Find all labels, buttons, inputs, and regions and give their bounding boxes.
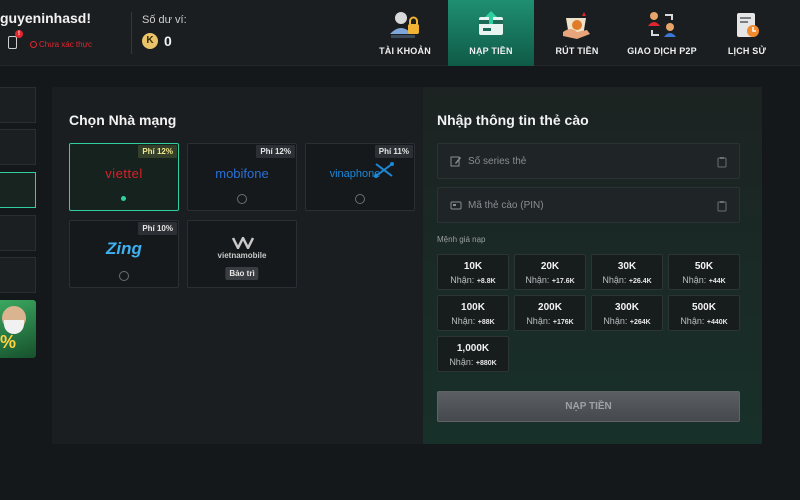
deposit-submit-button[interactable]: NẠP TIỀN bbox=[437, 391, 740, 422]
carrier-radio[interactable] bbox=[355, 194, 365, 204]
phone-icon[interactable] bbox=[8, 36, 17, 49]
verify-status[interactable]: Chưa xác thực bbox=[30, 40, 92, 49]
amount-option[interactable]: 300K Nhận: +264K bbox=[591, 295, 663, 331]
header-divider bbox=[131, 12, 132, 54]
amount-option[interactable]: 500K Nhận: +440K bbox=[668, 295, 740, 331]
amount-receive: Nhận: +880K bbox=[449, 357, 497, 367]
clipboard-icon[interactable] bbox=[717, 200, 727, 212]
sidebar-item[interactable] bbox=[0, 129, 36, 165]
sidebar-item[interactable] bbox=[0, 215, 36, 251]
carrier-mobifone[interactable]: Phí 12% mobifone bbox=[187, 143, 297, 211]
amount-option[interactable]: 200K Nhận: +176K bbox=[514, 295, 586, 331]
nav-withdraw-label: RÚT TIỀN bbox=[555, 46, 599, 56]
carrier-radio[interactable] bbox=[119, 271, 129, 281]
warning-icon bbox=[30, 41, 37, 48]
amount-option[interactable]: 10K Nhận: +8.8K bbox=[437, 254, 509, 290]
fee-badge: Phí 12% bbox=[138, 145, 177, 158]
withdraw-icon bbox=[563, 12, 590, 39]
nav-account-label: TÀI KHOẢN bbox=[379, 46, 431, 56]
amount-receive: Nhận: +176K bbox=[526, 316, 574, 326]
edit-icon bbox=[450, 156, 461, 167]
amount-receive: Nhận: +26.4K bbox=[602, 275, 652, 285]
amount-option[interactable]: 1,000K Nhận: +880K bbox=[437, 336, 509, 372]
viettel-logo: viettel bbox=[105, 166, 143, 181]
promo-banner[interactable]: % bbox=[0, 300, 36, 358]
deposit-icon bbox=[479, 11, 503, 35]
amount-receive: Nhận: +17.6K bbox=[525, 275, 575, 285]
vietnamobile-logo: vietnamobile bbox=[217, 251, 267, 260]
fee-badge: Phí 11% bbox=[374, 145, 413, 158]
carrier-vinaphone[interactable]: Phí 11% vinaphone bbox=[305, 143, 415, 211]
mobifone-logo: mobifone bbox=[215, 166, 269, 181]
coin-icon: K bbox=[142, 33, 158, 49]
amount-value: 50K bbox=[694, 261, 714, 272]
amount-value: 20K bbox=[540, 261, 560, 272]
nav-withdraw[interactable]: RÚT TIỀN bbox=[546, 0, 608, 66]
nav-deposit[interactable]: NẠP TIỀN bbox=[448, 0, 534, 66]
fee-badge: Phí 12% bbox=[256, 145, 295, 158]
verify-status-text: Chưa xác thực bbox=[39, 40, 92, 49]
sidebar-item-active[interactable] bbox=[0, 172, 36, 208]
amount-option[interactable]: 30K Nhận: +26.4K bbox=[591, 254, 663, 290]
amount-receive: Nhận: +440K bbox=[680, 316, 728, 326]
nav-account[interactable]: TÀI KHOẢN bbox=[372, 0, 438, 66]
amount-option[interactable]: 50K Nhận: +44K bbox=[668, 254, 740, 290]
carrier-vietnamobile[interactable]: vietnamobile Bảo trì bbox=[187, 220, 297, 288]
carrier-zing[interactable]: Phí 10% Zing bbox=[69, 220, 179, 288]
carrier-radio[interactable] bbox=[237, 194, 247, 204]
balance-label: Số dư ví: bbox=[142, 14, 187, 26]
history-icon bbox=[737, 13, 759, 37]
amount-value: 200K bbox=[538, 302, 562, 313]
nav-p2p[interactable]: GIAO DỊCH P2P bbox=[626, 0, 698, 66]
serial-input[interactable] bbox=[468, 155, 688, 167]
username: guyeninhasd! bbox=[0, 10, 92, 26]
carrier-section-title: Chọn Nhà mạng bbox=[69, 112, 177, 128]
maintenance-badge: Bảo trì bbox=[225, 267, 259, 280]
account-icon bbox=[390, 12, 419, 38]
amount-value: 1,000K bbox=[456, 343, 490, 354]
amount-receive: Nhận: +88K bbox=[451, 316, 495, 326]
clipboard-icon[interactable] bbox=[717, 156, 727, 168]
amount-receive: Nhận: +8.8K bbox=[450, 275, 496, 285]
zing-logo: Zing bbox=[106, 239, 142, 258]
pin-field[interactable] bbox=[437, 187, 740, 223]
amount-option[interactable]: 100K Nhận: +88K bbox=[437, 295, 509, 331]
nav-p2p-label: GIAO DỊCH P2P bbox=[627, 46, 697, 56]
nav-history-label: LỊCH SỬ bbox=[727, 46, 767, 56]
fee-badge: Phí 10% bbox=[138, 222, 177, 235]
pin-input[interactable] bbox=[468, 199, 688, 211]
amount-value: 500K bbox=[692, 302, 716, 313]
card-form-title: Nhập thông tin thẻ cào bbox=[437, 112, 589, 128]
vietnamobile-mark-icon bbox=[232, 237, 254, 249]
carrier-viettel[interactable]: Phí 12% viettel bbox=[69, 143, 179, 211]
carrier-radio[interactable] bbox=[119, 194, 129, 204]
nav-history[interactable]: LỊCH SỬ bbox=[718, 0, 776, 66]
nav-deposit-label: NẠP TIỀN bbox=[469, 46, 513, 56]
card-icon bbox=[450, 201, 462, 210]
sidebar-item[interactable] bbox=[0, 87, 36, 123]
p2p-icon bbox=[648, 12, 676, 37]
amount-receive: Nhận: +264K bbox=[603, 316, 651, 326]
amount-value: 100K bbox=[461, 302, 485, 313]
amount-label: Mệnh giá nạp bbox=[437, 235, 486, 244]
amount-option[interactable]: 20K Nhận: +17.6K bbox=[514, 254, 586, 290]
serial-field[interactable] bbox=[437, 143, 740, 179]
percent-icon: % bbox=[0, 332, 17, 352]
amount-receive: Nhận: +44K bbox=[682, 275, 726, 285]
amount-value: 10K bbox=[463, 261, 483, 272]
balance-value: 0 bbox=[164, 33, 172, 49]
top-header: guyeninhasd! ! Chưa xác thực Số dư ví: K… bbox=[0, 0, 800, 66]
amount-value: 300K bbox=[615, 302, 639, 313]
sidebar-item[interactable] bbox=[0, 257, 36, 293]
alert-badge: ! bbox=[15, 30, 23, 38]
amount-value: 30K bbox=[617, 261, 637, 272]
vinaphone-mark-icon bbox=[374, 162, 394, 178]
vinaphone-logo: vinaphone bbox=[329, 168, 381, 180]
